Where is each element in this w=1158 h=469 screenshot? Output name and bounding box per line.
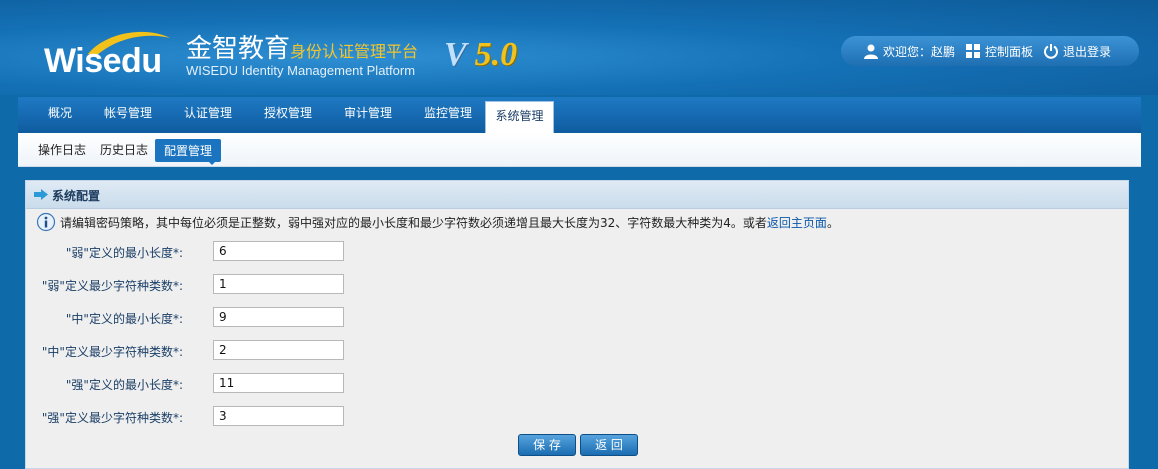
brand-subtitle: 身份认证管理平台 — [290, 42, 419, 61]
version-prefix: V — [444, 36, 467, 73]
field-row-medium-min-types: "中"定义最少字符种类数*: — [26, 340, 1128, 362]
tab-system[interactable]: 系统管理 — [485, 101, 554, 133]
back-to-home-link[interactable]: 返回主页面 — [767, 214, 827, 231]
user-icon — [864, 44, 878, 59]
version-label: V 5.0 — [444, 36, 517, 74]
brand-name-cn: 金智教育 — [186, 34, 291, 64]
welcome-item: 欢迎您：赵鹏 — [863, 43, 955, 60]
weak-min-length-input[interactable] — [213, 241, 344, 261]
logout-label: 退出登录 — [1063, 44, 1112, 59]
active-subtab-pointer — [207, 160, 217, 165]
field-label: "中"定义的最小长度*: — [65, 312, 183, 326]
field-row-strong-min-length: "强"定义的最小长度*: — [26, 373, 1128, 395]
tab-account[interactable]: 帐号管理 — [96, 97, 160, 133]
field-label: "中"定义最少字符种类数*: — [41, 345, 183, 359]
medium-min-length-input[interactable] — [213, 307, 344, 327]
config-panel: 系统配置 请编辑密码策略，其中每位必须是正整数，弱中强对应的最小长度和最少字符数… — [25, 180, 1129, 469]
app-header: Wisedu 金智教育 身份认证管理平台 WISEDU Identity Man… — [0, 0, 1158, 95]
panel-title: 系统配置 — [52, 189, 101, 203]
field-label: "强"定义最少字符种类数*: — [41, 411, 183, 425]
version-number: 5.0 — [474, 36, 518, 73]
notice: 请编辑密码策略，其中每位必须是正整数，弱中强对应的最小长度和最少字符数必须递增且… — [36, 212, 839, 232]
control-panel-link[interactable]: 控制面板 — [965, 43, 1033, 60]
field-row-weak-min-length: "弱"定义的最小长度*: — [26, 241, 1128, 263]
back-button[interactable]: 返 回 — [580, 434, 638, 456]
welcome-text: 欢迎您：赵鹏 — [883, 44, 956, 59]
field-label: "弱"定义的最小长度*: — [65, 246, 183, 260]
control-panel-label: 控制面板 — [985, 44, 1034, 59]
logout-link[interactable]: 退出登录 — [1043, 43, 1111, 60]
subtab-history-log[interactable]: 历史日志 — [100, 141, 148, 158]
wisedu-logo: Wisedu — [44, 42, 162, 80]
sub-nav: 操作日志 历史日志 配置管理 — [18, 133, 1141, 167]
save-button[interactable]: 保 存 — [518, 434, 576, 456]
main-nav: 概况 帐号管理 认证管理 授权管理 审计管理 监控管理 系统管理 — [18, 97, 1141, 133]
arrow-right-icon — [34, 189, 48, 200]
strong-min-length-input[interactable] — [213, 373, 344, 393]
user-bar: 欢迎您：赵鹏 控制面板 退出登录 — [841, 36, 1139, 66]
brand-name-en: WISEDU Identity Management Platform — [186, 63, 416, 78]
notice-end: 。 — [826, 215, 839, 230]
grid-icon — [966, 44, 981, 58]
weak-min-types-input[interactable] — [213, 274, 344, 294]
info-icon — [36, 212, 56, 232]
panel-header: 系统配置 — [26, 181, 1128, 209]
tab-overview[interactable]: 概况 — [36, 97, 84, 133]
tab-audit[interactable]: 审计管理 — [336, 97, 400, 133]
notice-text: 请编辑密码策略，其中每位必须是正整数，弱中强对应的最小长度和最少字符数必须递增且… — [60, 215, 767, 230]
field-label: "强"定义的最小长度*: — [65, 378, 183, 392]
field-row-medium-min-length: "中"定义的最小长度*: — [26, 307, 1128, 329]
field-row-weak-min-types: "弱"定义最少字符种类数*: — [26, 274, 1128, 296]
tab-auth[interactable]: 认证管理 — [176, 97, 240, 133]
tab-authorization[interactable]: 授权管理 — [256, 97, 320, 133]
strong-min-types-input[interactable] — [213, 406, 344, 426]
field-label: "弱"定义最少字符种类数*: — [41, 279, 183, 293]
field-row-strong-min-types: "强"定义最少字符种类数*: — [26, 406, 1128, 428]
subtab-operation-log[interactable]: 操作日志 — [38, 141, 86, 158]
power-icon — [1044, 44, 1059, 59]
tab-monitor[interactable]: 监控管理 — [416, 97, 480, 133]
medium-min-types-input[interactable] — [213, 340, 344, 360]
subtab-config[interactable]: 配置管理 — [155, 139, 222, 162]
